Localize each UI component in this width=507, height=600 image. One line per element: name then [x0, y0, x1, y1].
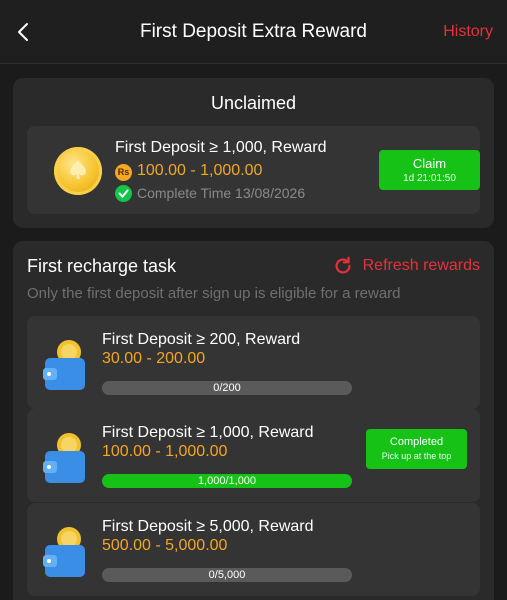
- task-title: First Deposit ≥ 1,000, Reward: [102, 424, 314, 441]
- claim-button[interactable]: Claim 1d 21:01:50: [379, 150, 480, 190]
- progress-text: 0/5,000: [208, 569, 246, 581]
- history-link[interactable]: History: [443, 23, 493, 41]
- task-amount: 30.00 - 200.00: [102, 350, 206, 367]
- task-amount: 500.00 - 5,000.00: [102, 537, 228, 554]
- wallet-coin-icon: [43, 527, 85, 577]
- check-circle-icon: [115, 185, 132, 202]
- claim-label: Claim: [412, 156, 447, 171]
- reward-amount: 100.00 - 1,000.00: [137, 162, 263, 179]
- task-note: Only the first deposit after sign up is …: [27, 285, 401, 302]
- completed-sublabel: Pick up at the top: [381, 451, 452, 461]
- task-amount: 100.00 - 1,000.00: [102, 443, 228, 460]
- coin-icon: [54, 147, 102, 195]
- wallet-coin-icon: [43, 340, 85, 390]
- progress-bar: 1,000/1,000: [102, 474, 352, 488]
- task-item: First Deposit ≥ 200, Reward 30.00 - 200.…: [27, 316, 480, 409]
- top-bar: First Deposit Extra Reward History: [0, 0, 507, 64]
- reward-title: First Deposit ≥ 1,000, Reward: [115, 139, 327, 156]
- task-title: First Deposit ≥ 5,000, Reward: [102, 518, 314, 535]
- progress-text: 0/200: [213, 382, 241, 394]
- unclaimed-title: Unclaimed: [210, 93, 297, 113]
- task-title: First Deposit ≥ 200, Reward: [102, 331, 301, 348]
- task-item: First Deposit ≥ 5,000, Reward 500.00 - 5…: [27, 503, 480, 596]
- refresh-rewards-button[interactable]: Refresh rewards: [363, 257, 480, 275]
- complete-time: Complete Time 13/08/2026: [137, 185, 306, 201]
- progress-text: 1,000/1,000: [197, 475, 257, 487]
- unclaimed-section: Unclaimed First Deposit ≥ 1,000, Reward …: [13, 78, 494, 228]
- progress-bar: 0/200: [102, 381, 352, 395]
- rupee-icon: Rs: [115, 164, 132, 181]
- task-section-title: First recharge task: [27, 256, 177, 276]
- task-item: First Deposit ≥ 1,000, Reward 100.00 - 1…: [27, 409, 480, 502]
- completed-button[interactable]: Completed Pick up at the top: [366, 429, 467, 469]
- wallet-coin-icon: [43, 433, 85, 483]
- recharge-task-section: First recharge task Refresh rewards Only…: [13, 241, 494, 600]
- refresh-icon[interactable]: [332, 255, 354, 277]
- completed-label: Completed: [389, 436, 444, 448]
- claim-countdown: 1d 21:01:50: [403, 173, 456, 184]
- progress-bar: 0/5,000: [102, 568, 352, 582]
- page-title: First Deposit Extra Reward: [139, 21, 367, 42]
- unclaimed-reward-item: First Deposit ≥ 1,000, Reward Rs 100.00 …: [27, 126, 480, 214]
